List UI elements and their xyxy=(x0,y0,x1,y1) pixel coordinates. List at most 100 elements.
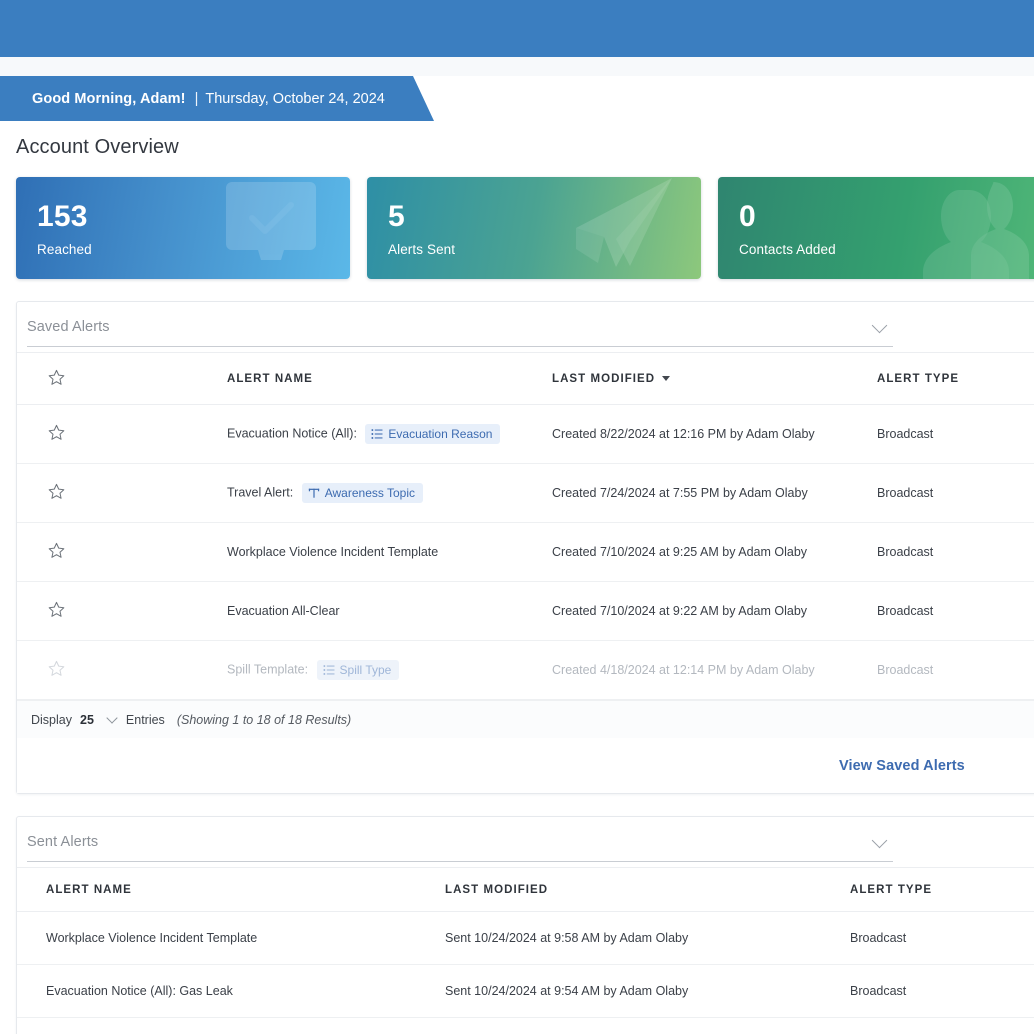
ordered-list-icon xyxy=(323,664,335,676)
megaphone-icon xyxy=(547,177,697,279)
page-title: Account Overview xyxy=(0,121,1034,159)
chevron-down-icon[interactable] xyxy=(106,712,117,723)
star-icon[interactable] xyxy=(48,483,65,500)
page-content: Account Overview 153 Reached 5 Alerts Se… xyxy=(0,121,1034,1034)
table-row[interactable]: Evacuation Notice (All): Gas Leak Sent 1… xyxy=(17,965,1034,1018)
sent-alerts-table: ALERT NAME LAST MODIFIED ALERT TYPE Work… xyxy=(17,867,1034,1034)
row-alert-type: Broadcast xyxy=(850,1018,1034,1034)
row-alert-name-text: Travel Alert: xyxy=(227,485,293,499)
stat-card-reached[interactable]: 153 Reached xyxy=(16,177,350,279)
row-alert-name[interactable]: Spill Template: xyxy=(227,641,552,700)
star-icon-header xyxy=(48,369,65,386)
column-last-modified[interactable]: LAST MODIFIED xyxy=(445,868,850,912)
showing-results-text: (Showing 1 to 18 of 18 Results) xyxy=(177,713,351,727)
row-last-modified: Sent 10/24/2024 at 9:53 AM by Adam Olaby xyxy=(445,1018,850,1034)
app-top-bar xyxy=(0,0,1034,57)
saved-alerts-header: Saved Alerts xyxy=(17,302,1034,352)
table-row[interactable]: Evacuation All-Clear Created 7/10/2024 a… xyxy=(17,582,1034,641)
top-bar-spacer xyxy=(0,57,1034,76)
row-last-modified: Created 7/24/2024 at 7:55 PM by Adam Ola… xyxy=(552,464,877,523)
table-row[interactable]: Workplace Violence Incident Template Cre… xyxy=(17,523,1034,582)
saved-alerts-tbody: Evacuation Notice (All): xyxy=(17,405,1034,700)
star-icon[interactable] xyxy=(48,660,65,677)
stat-label-contacts-added: Contacts Added xyxy=(739,242,836,257)
device-check-icon xyxy=(196,177,346,279)
greeting-separator: | xyxy=(195,91,199,107)
stat-label-alerts-sent: Alerts Sent xyxy=(388,242,455,257)
sent-alerts-select-label: Sent Alerts xyxy=(27,834,98,850)
sent-alerts-panel: Sent Alerts ALERT NAME LAST MODIFIED ALE… xyxy=(16,816,1034,1034)
saved-alerts-footer: View Saved Alerts xyxy=(17,738,1034,793)
sent-alerts-header-row: ALERT NAME LAST MODIFIED ALERT TYPE xyxy=(17,868,1034,912)
table-row[interactable]: Evacuation Notice (All): xyxy=(17,405,1034,464)
row-alert-type: Broadcast xyxy=(877,405,1034,464)
column-alert-type[interactable]: ALERT TYPE xyxy=(877,353,1034,405)
star-icon[interactable] xyxy=(48,542,65,559)
chevron-down-icon[interactable] xyxy=(874,833,885,851)
stat-value-alerts-sent: 5 xyxy=(388,200,405,234)
row-alert-type: Broadcast xyxy=(877,464,1034,523)
entries-label: Entries xyxy=(126,713,165,727)
sort-descending-icon xyxy=(662,376,670,381)
row-last-modified: Created 8/22/2024 at 12:16 PM by Adam Ol… xyxy=(552,405,877,464)
row-last-modified: Sent 10/24/2024 at 9:58 AM by Adam Olaby xyxy=(445,912,850,965)
display-label: Display xyxy=(31,713,72,727)
table-row[interactable]: Spill Template: xyxy=(17,641,1034,700)
saved-alerts-select-label: Saved Alerts xyxy=(27,319,110,335)
row-star-cell[interactable] xyxy=(17,582,227,641)
row-alert-chip-label: Awareness Topic xyxy=(325,486,415,500)
column-last-modified[interactable]: LAST MODIFIED xyxy=(552,353,877,405)
column-star[interactable] xyxy=(17,353,227,405)
row-alert-type: Broadcast xyxy=(877,582,1034,641)
column-alert-type[interactable]: ALERT TYPE xyxy=(850,868,1034,912)
sent-alerts-tbody: Workplace Violence Incident Template Sen… xyxy=(17,912,1034,1034)
stat-value-contacts-added: 0 xyxy=(739,200,756,234)
saved-alerts-thead: ALERT NAME LAST MODIFIED ALERT TYPE xyxy=(17,353,1034,405)
row-star-cell[interactable] xyxy=(17,464,227,523)
row-alert-name[interactable]: Evacuation Notice (All): xyxy=(227,405,552,464)
greeting-date: Thursday, October 24, 2024 xyxy=(205,91,384,107)
stat-card-alerts-sent[interactable]: 5 Alerts Sent xyxy=(367,177,701,279)
row-alert-chip[interactable]: Evacuation Reason xyxy=(365,424,500,444)
saved-alerts-panel: Saved Alerts ALERT NAME LAST xyxy=(16,301,1034,794)
star-icon[interactable] xyxy=(48,601,65,618)
row-alert-name[interactable]: Travel Alert: High crime xyxy=(17,1018,445,1034)
table-row[interactable]: Workplace Violence Incident Template Sen… xyxy=(17,912,1034,965)
ordered-list-icon xyxy=(371,428,383,440)
row-alert-chip-label: Spill Type xyxy=(340,663,392,677)
column-alert-name[interactable]: ALERT NAME xyxy=(227,353,552,405)
table-row[interactable]: Travel Alert: Awareness Topic xyxy=(17,464,1034,523)
saved-alerts-entries-bar: Display 25 Entries (Showing 1 to 18 of 1… xyxy=(17,700,1034,738)
saved-alerts-table: ALERT NAME LAST MODIFIED ALERT TYPE xyxy=(17,352,1034,700)
column-alert-name[interactable]: ALERT NAME xyxy=(17,868,445,912)
row-alert-name[interactable]: Evacuation All-Clear xyxy=(227,582,552,641)
row-alert-name[interactable]: Evacuation Notice (All): Gas Leak xyxy=(17,965,445,1018)
table-row[interactable]: Travel Alert: High crime Sent 10/24/2024… xyxy=(17,1018,1034,1034)
stat-card-row: 153 Reached 5 Alerts Sent 0 C xyxy=(0,159,1034,279)
row-alert-name-text: Evacuation Notice (All): xyxy=(227,426,357,440)
star-icon[interactable] xyxy=(48,424,65,441)
display-count-value[interactable]: 25 xyxy=(80,713,94,727)
row-alert-name[interactable]: Workplace Violence Incident Template xyxy=(227,523,552,582)
row-last-modified: Created 4/18/2024 at 12:14 PM by Adam Ol… xyxy=(552,641,877,700)
row-alert-chip[interactable]: Awareness Topic xyxy=(302,483,423,503)
sent-alerts-select[interactable]: Sent Alerts xyxy=(27,822,893,862)
two-people-icon xyxy=(898,177,1034,279)
column-last-modified-label: LAST MODIFIED xyxy=(552,373,655,385)
row-alert-type: Broadcast xyxy=(877,641,1034,700)
view-saved-alerts-link[interactable]: View Saved Alerts xyxy=(839,758,965,774)
row-star-cell[interactable] xyxy=(17,405,227,464)
row-star-cell[interactable] xyxy=(17,523,227,582)
row-alert-name[interactable]: Workplace Violence Incident Template xyxy=(17,912,445,965)
stat-value-reached: 153 xyxy=(37,200,88,234)
stat-card-contacts-added[interactable]: 0 Contacts Added xyxy=(718,177,1034,279)
row-alert-chip[interactable]: Spill Type xyxy=(317,660,400,680)
saved-alerts-select[interactable]: Saved Alerts xyxy=(27,307,893,347)
row-alert-type: Broadcast xyxy=(850,965,1034,1018)
sent-alerts-header: Sent Alerts xyxy=(17,817,1034,867)
row-alert-name[interactable]: Travel Alert: Awareness Topic xyxy=(227,464,552,523)
row-alert-chip-label: Evacuation Reason xyxy=(388,427,492,441)
row-star-cell[interactable] xyxy=(17,641,227,700)
sent-alerts-thead: ALERT NAME LAST MODIFIED ALERT TYPE xyxy=(17,868,1034,912)
chevron-down-icon[interactable] xyxy=(874,318,885,336)
